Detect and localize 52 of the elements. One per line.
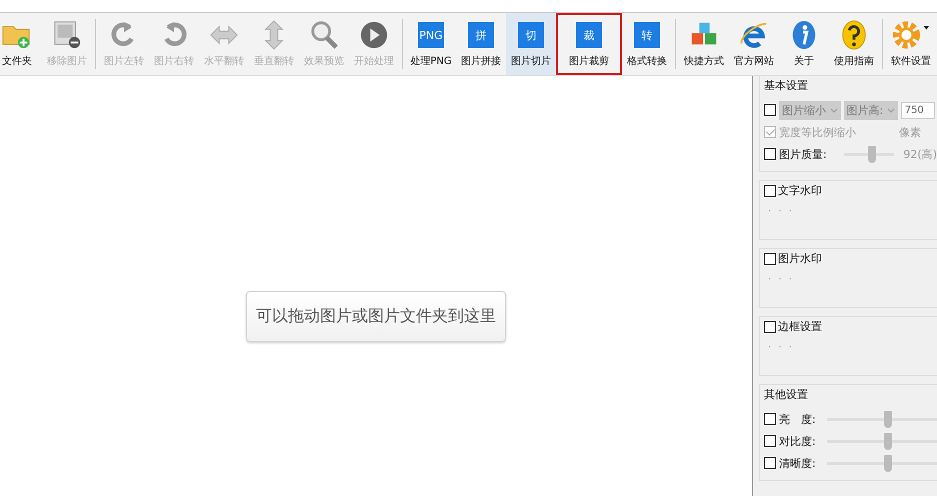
toolbar-button[interactable]: 使用指南: [829, 13, 879, 75]
tile-icon: 转: [634, 22, 660, 48]
slider-thumb[interactable]: [868, 146, 876, 162]
toolbar-button[interactable]: 软件设置: [886, 13, 936, 75]
toolbar-button[interactable]: 快捷方式: [679, 13, 729, 75]
tile-icon: 裁: [576, 22, 602, 48]
checkbox-label: 对比度:: [779, 434, 817, 448]
tile-icon: 切: [518, 22, 544, 48]
toolbar-button[interactable]: PNG 处理PNG: [406, 13, 456, 75]
toolbar-button[interactable]: 关于: [779, 13, 829, 75]
toolbar-button[interactable]: 切 图片切片: [506, 13, 556, 75]
checkbox[interactable]: [764, 252, 776, 264]
tile-icon: PNG: [418, 22, 444, 48]
slider-thumb[interactable]: [884, 432, 892, 450]
group-title: 基本设置: [764, 78, 809, 93]
checkbox[interactable]: [764, 148, 776, 160]
section-summary: · · ·: [767, 342, 794, 353]
checkbox[interactable]: [764, 435, 776, 447]
section-title: 文字水印: [778, 183, 822, 198]
size-field[interactable]: 750: [900, 102, 935, 118]
chevron-down-icon: [886, 108, 895, 113]
slider-thumb[interactable]: [884, 410, 892, 428]
group-title: 其他设置: [764, 387, 809, 402]
slider-thumb[interactable]: [884, 454, 892, 472]
toolbar-button[interactable]: 拼 图片拼接: [456, 13, 506, 75]
toolbar-button[interactable]: 文件夹: [0, 13, 42, 75]
checkbox[interactable]: [764, 184, 776, 196]
checkbox[interactable]: [764, 320, 776, 332]
tile-icon: 拼: [468, 22, 494, 48]
drop-hint: 可以拖动图片或图片文件夹到这里: [246, 290, 506, 342]
section-summary: · · ·: [767, 274, 794, 285]
checkbox-label: 宽度等比例缩小: [779, 124, 856, 140]
checkbox[interactable]: [764, 413, 776, 425]
toolbar-button[interactable]: 转 格式转换: [622, 13, 672, 75]
picture-remove-icon: [52, 20, 82, 50]
checkbox-label: 清晰度:: [779, 456, 817, 470]
quality-reading: 92(高): [903, 146, 937, 162]
section-title: 边框设置: [778, 319, 822, 334]
toolbar-button[interactable]: 官方网站: [729, 13, 779, 75]
checkbox-label: 亮 度:: [779, 412, 817, 426]
checkbox[interactable]: [764, 104, 776, 116]
checkbox-label: 图片质量:: [779, 146, 828, 162]
toolbar-button[interactable]: 裁 图片裁剪: [556, 13, 622, 75]
chevron-down-icon: [830, 108, 838, 113]
browser-e-icon: [739, 20, 769, 50]
checkbox[interactable]: [764, 457, 776, 469]
play-icon: [359, 20, 389, 50]
magnifier-icon: [309, 20, 339, 50]
unit-label: 像素: [899, 124, 921, 140]
section-title: 图片水印: [778, 251, 822, 266]
gear-dropdown-icon: [892, 20, 930, 50]
section-summary: · · ·: [767, 206, 794, 217]
